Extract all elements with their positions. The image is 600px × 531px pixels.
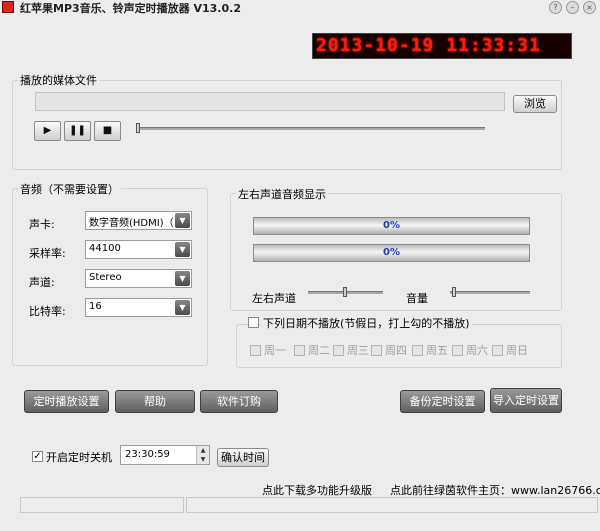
volume-label: 音量 bbox=[406, 292, 428, 305]
day-checkbox[interactable] bbox=[250, 344, 261, 356]
subscribe-button[interactable]: 软件订购 bbox=[200, 390, 278, 413]
channel-label: 声道: bbox=[29, 276, 55, 289]
day-checkbox[interactable] bbox=[452, 344, 463, 356]
shutdown-checkbox[interactable]: ✓ bbox=[32, 451, 43, 462]
help-icon[interactable]: ? bbox=[549, 1, 562, 14]
shutdown-label: 开启定时关机 bbox=[46, 451, 112, 464]
day-label: 周四 bbox=[385, 344, 407, 357]
spin-up-icon[interactable]: ▲ bbox=[197, 446, 209, 455]
spin-down-icon[interactable]: ▼ bbox=[197, 455, 209, 464]
day-label: 周日 bbox=[506, 344, 528, 357]
window-controls: ? – × bbox=[549, 1, 596, 14]
sample-rate-label: 采样率: bbox=[29, 247, 66, 260]
sample-rate-value: 44100 bbox=[89, 243, 121, 254]
app-icon bbox=[2, 1, 14, 13]
day-label: 周二 bbox=[308, 344, 330, 357]
day-option-sun[interactable]: 周日 bbox=[492, 342, 528, 358]
playback-position-thumb[interactable] bbox=[136, 123, 140, 133]
media-file-input[interactable] bbox=[35, 92, 505, 111]
close-icon[interactable]: × bbox=[583, 1, 596, 14]
led-clock: 2013-10-19 11:33:31 bbox=[312, 33, 572, 59]
day-checkbox[interactable] bbox=[333, 344, 344, 356]
day-checkbox[interactable] bbox=[412, 344, 423, 356]
status-bar bbox=[0, 497, 600, 531]
backup-settings-button[interactable]: 备份定时设置 bbox=[400, 390, 485, 413]
website-link[interactable]: 点此前往绿茵软件主页：www.lan26766.cn bbox=[390, 482, 600, 498]
sound-card-label: 声卡: bbox=[29, 218, 55, 231]
day-label: 周三 bbox=[347, 344, 369, 357]
playback-position-track[interactable] bbox=[136, 127, 485, 130]
browse-button[interactable]: 浏览 bbox=[513, 95, 557, 113]
status-segment bbox=[20, 497, 184, 513]
import-settings-button[interactable]: 导入定时设置 bbox=[490, 388, 562, 413]
bit-rate-select[interactable]: 16 ▼ bbox=[85, 298, 192, 317]
channel-meter-group-label: 左右声道音频显示 bbox=[236, 186, 328, 202]
chevron-down-icon: ▼ bbox=[175, 242, 190, 257]
day-checkbox[interactable] bbox=[371, 344, 382, 356]
day-label: 周六 bbox=[466, 344, 488, 357]
day-option-wed[interactable]: 周三 bbox=[333, 342, 369, 358]
volume-track[interactable] bbox=[450, 291, 530, 294]
shutdown-time-value: 23:30:59 bbox=[125, 449, 170, 460]
sound-card-select[interactable]: 数字音频(HDMI)（ ▼ bbox=[85, 211, 192, 230]
time-spinner[interactable]: ▲ ▼ bbox=[196, 446, 209, 464]
right-channel-meter-text: 0% bbox=[383, 247, 400, 258]
day-option-fri[interactable]: 周五 bbox=[412, 342, 448, 358]
day-label: 周五 bbox=[426, 344, 448, 357]
help-button[interactable]: 帮助 bbox=[115, 390, 195, 413]
day-option-mon[interactable]: 周一 bbox=[250, 342, 286, 358]
title-bar: 红苹果MP3音乐、铃声定时播放器 V13.0.2 ? – × bbox=[0, 0, 600, 16]
audio-group-label: 音频（不需要设置） bbox=[18, 181, 121, 197]
upgrade-link[interactable]: 点此下载多功能升级版 bbox=[262, 482, 372, 498]
play-button[interactable]: ▶ bbox=[34, 121, 61, 141]
window-title: 红苹果MP3音乐、铃声定时播放器 V13.0.2 bbox=[20, 2, 241, 15]
status-segment bbox=[186, 497, 598, 513]
channel-select[interactable]: Stereo ▼ bbox=[85, 269, 192, 288]
left-channel-meter: 0% bbox=[253, 217, 530, 235]
sample-rate-select[interactable]: 44100 ▼ bbox=[85, 240, 192, 259]
pause-button[interactable]: ❚❚ bbox=[64, 121, 91, 141]
skip-dates-label: 下列日期不播放(节假日，打上勾的不播放) bbox=[261, 315, 472, 331]
volume-thumb[interactable] bbox=[452, 287, 456, 297]
day-label: 周一 bbox=[264, 344, 286, 357]
day-option-tue[interactable]: 周二 bbox=[294, 342, 330, 358]
day-checkbox[interactable] bbox=[294, 344, 305, 356]
balance-label: 左右声道 bbox=[252, 292, 296, 305]
bit-rate-value: 16 bbox=[89, 301, 102, 312]
balance-thumb[interactable] bbox=[343, 287, 347, 297]
play-icon: ▶ bbox=[43, 125, 52, 136]
minimize-icon[interactable]: – bbox=[566, 1, 579, 14]
schedule-settings-button[interactable]: 定时播放设置 bbox=[24, 390, 109, 413]
pause-icon: ❚❚ bbox=[69, 125, 86, 136]
media-group-label: 播放的媒体文件 bbox=[18, 72, 99, 88]
confirm-time-button[interactable]: 确认时间 bbox=[217, 448, 269, 467]
clock-display: 2013-10-19 11:33:31 bbox=[316, 35, 541, 56]
chevron-down-icon: ▼ bbox=[175, 300, 190, 315]
day-option-sat[interactable]: 周六 bbox=[452, 342, 488, 358]
day-option-thu[interactable]: 周四 bbox=[371, 342, 407, 358]
sound-card-value: 数字音频(HDMI)（ bbox=[89, 218, 174, 229]
day-checkbox[interactable] bbox=[492, 344, 503, 356]
shutdown-time-input[interactable]: 23:30:59 ▲ ▼ bbox=[120, 445, 210, 465]
chevron-down-icon: ▼ bbox=[175, 213, 190, 228]
stop-icon: ■ bbox=[102, 125, 113, 136]
bit-rate-label: 比特率: bbox=[29, 305, 66, 318]
skip-dates-checkbox[interactable] bbox=[248, 317, 259, 328]
channel-value: Stereo bbox=[89, 272, 122, 283]
right-channel-meter: 0% bbox=[253, 244, 530, 262]
stop-button[interactable]: ■ bbox=[94, 121, 121, 141]
chevron-down-icon: ▼ bbox=[175, 271, 190, 286]
left-channel-meter-text: 0% bbox=[383, 220, 400, 231]
check-icon: ✓ bbox=[33, 451, 42, 462]
